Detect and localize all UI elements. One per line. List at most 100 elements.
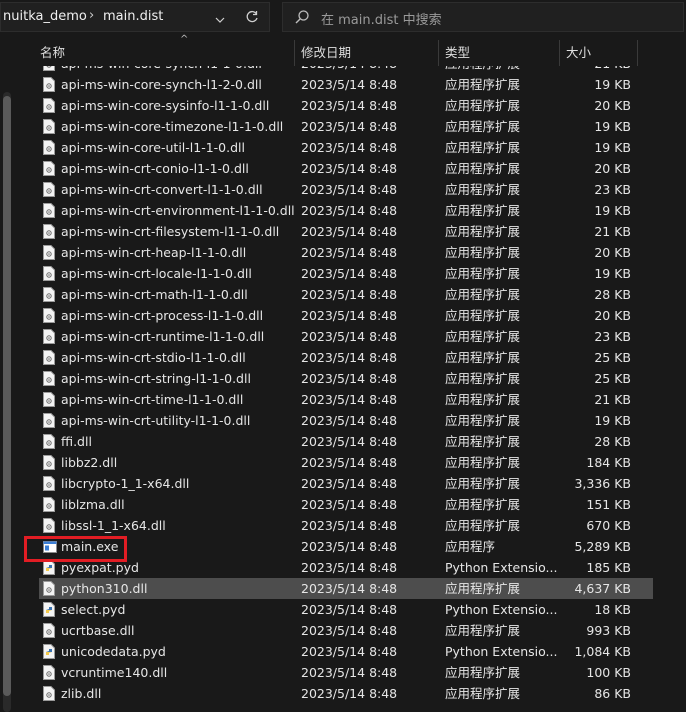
file-date: 2023/5/14 8:48	[301, 203, 398, 218]
dll-file-icon	[43, 455, 55, 470]
file-type: 应用程序扩展	[445, 413, 521, 428]
file-name: api-ms-win-core-timezone-l1-1-0.dll	[61, 119, 284, 134]
column-header: ^ 名称 修改日期 类型 大小	[20, 34, 686, 66]
column-divider[interactable]	[637, 40, 638, 66]
file-type: 应用程序扩展	[445, 161, 521, 176]
file-name: api-ms-win-crt-conio-l1-1-0.dll	[61, 161, 249, 176]
file-date: 2023/5/14 8:48	[301, 77, 398, 92]
address-bar[interactable]: nuitka_demo › main.dist	[0, 2, 270, 32]
file-type: 应用程序扩展	[445, 350, 521, 365]
file-type: Python Extensio...	[445, 602, 558, 617]
file-type: 应用程序扩展	[445, 77, 521, 92]
table-row[interactable]: unicodedata.pyd 2023/5/14 8:48 Python Exte…	[39, 641, 653, 662]
table-row[interactable]: api-ms-win-crt-environment-l1-1-0.dll 202…	[39, 200, 653, 221]
table-row[interactable]: select.pyd 2023/5/14 8:48 Python Extensio.…	[39, 599, 653, 620]
address-dropdown-button[interactable]	[205, 5, 235, 35]
table-row[interactable]: api-ms-win-crt-string-l1-1-0.dll 2023/5/1…	[39, 368, 653, 389]
navigation-pane-edge	[0, 36, 20, 712]
file-size: 25 KB	[594, 350, 631, 365]
search-box[interactable]: 在 main.dist 中搜索	[282, 2, 684, 32]
column-divider[interactable]	[294, 40, 295, 66]
table-row[interactable]: api-ms-win-core-synch-l1-2-0.dll 2023/5/1…	[39, 74, 653, 95]
table-row[interactable]: libcrypto-1_1-x64.dll 2023/5/14 8:48 应用程序扩…	[39, 473, 653, 494]
file-date: 2023/5/14 8:48	[301, 308, 398, 323]
scrollbar-thumb[interactable]	[3, 96, 11, 696]
table-row[interactable]: api-ms-win-crt-filesystem-l1-1-0.dll 2023…	[39, 221, 653, 242]
table-row[interactable]: ucrtbase.dll 2023/5/14 8:48 应用程序扩展 993 KB	[39, 620, 653, 641]
python-file-icon	[43, 560, 55, 575]
file-name: api-ms-win-crt-utility-l1-1-0.dll	[61, 413, 251, 428]
file-date: 2023/5/14 8:48	[301, 350, 398, 365]
file-size: 1,084 KB	[574, 644, 631, 659]
breadcrumb-main-dist[interactable]: main.dist	[103, 9, 163, 24]
table-row[interactable]: api-ms-win-crt-utility-l1-1-0.dll 2023/5/…	[39, 410, 653, 431]
file-type: 应用程序扩展	[445, 686, 521, 701]
file-size: 3,336 KB	[574, 476, 631, 491]
dll-file-icon	[43, 350, 55, 365]
file-date: 2023/5/14 8:48	[301, 98, 398, 113]
table-row[interactable]: api-ms-win-crt-time-l1-1-0.dll 2023/5/14 …	[39, 389, 653, 410]
dll-file-icon	[43, 119, 55, 134]
file-date: 2023/5/14 8:48	[301, 413, 398, 428]
file-name: api-ms-win-crt-process-l1-1-0.dll	[61, 308, 264, 323]
column-name-header[interactable]: 名称	[40, 40, 65, 66]
table-row[interactable]: zlib.dll 2023/5/14 8:48 应用程序扩展 86 KB	[39, 683, 653, 704]
refresh-button[interactable]	[236, 2, 268, 32]
file-date: 2023/5/14 8:48	[301, 392, 398, 407]
file-size: 23 KB	[594, 182, 631, 197]
table-row[interactable]: api-ms-win-core-sysinfo-l1-1-0.dll 2023/5…	[39, 95, 653, 116]
file-size: 23 KB	[594, 329, 631, 344]
table-row[interactable]: libssl-1_1-x64.dll 2023/5/14 8:48 应用程序扩展 67…	[39, 515, 653, 536]
file-size: 18 KB	[594, 602, 631, 617]
file-name: ffi.dll	[61, 434, 92, 449]
file-size: 4,637 KB	[574, 581, 631, 596]
table-row[interactable]: vcruntime140.dll 2023/5/14 8:48 应用程序扩展 100 …	[39, 662, 653, 683]
table-row[interactable]: python310.dll 2023/5/14 8:48 应用程序扩展 4,637 K…	[39, 578, 653, 599]
file-name: vcruntime140.dll	[61, 665, 168, 680]
table-row[interactable]: api-ms-win-crt-math-l1-1-0.dll 2023/5/14 …	[39, 284, 653, 305]
breadcrumb-nuitka-demo[interactable]: nuitka_demo	[3, 9, 87, 24]
file-size: 25 KB	[594, 371, 631, 386]
file-name: api-ms-win-crt-heap-l1-1-0.dll	[61, 245, 247, 260]
table-row[interactable]: api-ms-win-core-util-l1-1-0.dll 2023/5/14…	[39, 137, 653, 158]
file-size: 184 KB	[586, 455, 631, 470]
column-date-header[interactable]: 修改日期	[301, 40, 351, 66]
column-divider[interactable]	[438, 40, 439, 66]
file-date: 2023/5/14 8:48	[301, 224, 398, 239]
file-type: 应用程序扩展	[445, 434, 521, 449]
file-size: 28 KB	[594, 434, 631, 449]
table-row[interactable]: api-ms-win-crt-conio-l1-1-0.dll 2023/5/14…	[39, 158, 653, 179]
table-row[interactable]: api-ms-win-crt-heap-l1-1-0.dll 2023/5/14 …	[39, 242, 653, 263]
dll-file-icon	[43, 98, 55, 113]
file-name: api-ms-win-crt-filesystem-l1-1-0.dll	[61, 224, 280, 239]
column-type-header[interactable]: 类型	[445, 40, 470, 66]
table-row[interactable]: api-ms-win-core-timezone-l1-1-0.dll 2023/…	[39, 116, 653, 137]
column-size-header[interactable]: 大小	[566, 40, 591, 66]
table-row[interactable]: ffi.dll 2023/5/14 8:48 应用程序扩展 28 KB	[39, 431, 653, 452]
dll-file-icon	[43, 224, 55, 239]
file-size: 21 KB	[559, 66, 631, 74]
file-date: 2023/5/14 8:48	[301, 182, 398, 197]
file-type: 应用程序扩展	[445, 371, 521, 386]
table-row[interactable]: liblzma.dll 2023/5/14 8:48 应用程序扩展 151 KB	[39, 494, 653, 515]
file-size: 151 KB	[586, 497, 631, 512]
file-type: 应用程序扩展	[445, 455, 521, 470]
table-row[interactable]: libbz2.dll 2023/5/14 8:48 应用程序扩展 184 KB	[39, 452, 653, 473]
column-divider[interactable]	[559, 40, 560, 66]
table-row[interactable]: api-ms-win-core-synch-l1-1-0.dll 2023/5/1…	[39, 66, 653, 74]
file-size: 19 KB	[594, 119, 631, 134]
file-size: 19 KB	[594, 413, 631, 428]
file-name: api-ms-win-crt-math-l1-1-0.dll	[61, 287, 248, 302]
table-row[interactable]: api-ms-win-crt-convert-l1-1-0.dll 2023/5/…	[39, 179, 653, 200]
file-type: 应用程序扩展	[445, 98, 521, 113]
file-name: api-ms-win-core-util-l1-1-0.dll	[61, 140, 245, 155]
table-row[interactable]: api-ms-win-crt-process-l1-1-0.dll 2023/5/…	[39, 305, 653, 326]
table-row[interactable]: api-ms-win-crt-locale-l1-1-0.dll 2023/5/1…	[39, 263, 653, 284]
table-row[interactable]: api-ms-win-crt-stdio-l1-1-0.dll 2023/5/14…	[39, 347, 653, 368]
table-row[interactable]: api-ms-win-crt-runtime-l1-1-0.dll 2023/5/…	[39, 326, 653, 347]
file-size: 19 KB	[594, 140, 631, 155]
file-name: api-ms-win-crt-convert-l1-1-0.dll	[61, 182, 263, 197]
table-row[interactable]: main.exe 2023/5/14 8:48 应用程序 5,289 KB	[39, 536, 653, 557]
table-row[interactable]: pyexpat.pyd 2023/5/14 8:48 Python Extensio…	[39, 557, 653, 578]
file-type: 应用程序扩展	[445, 287, 521, 302]
